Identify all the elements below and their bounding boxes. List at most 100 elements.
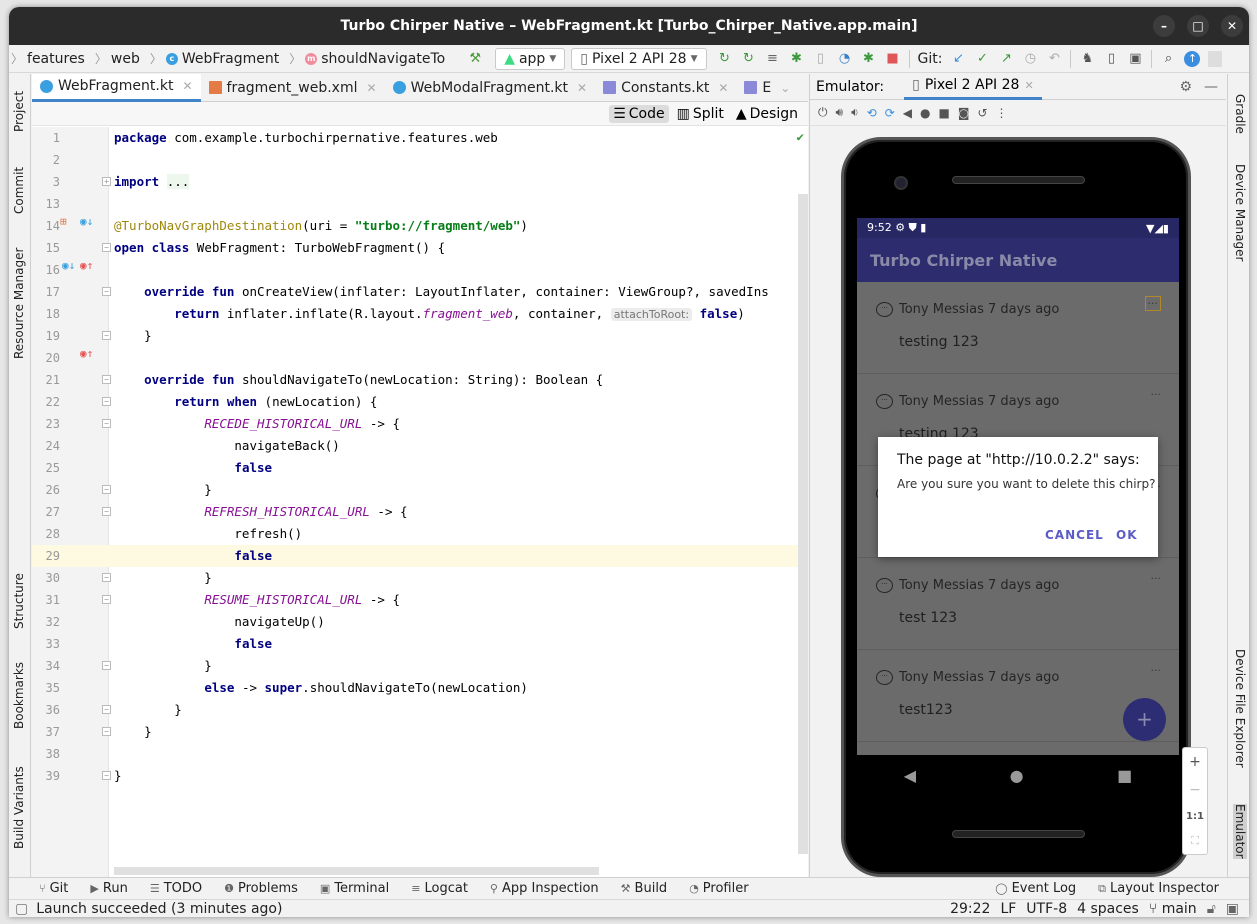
home-icon[interactable]: ● [920, 106, 930, 120]
tool-structure[interactable]: Structure [12, 573, 26, 629]
close-window-button[interactable]: ✕ [1221, 15, 1243, 37]
tool-device-manager[interactable]: Device Manager [1233, 164, 1247, 261]
code-line[interactable]: 34 } − [32, 655, 798, 677]
code-line[interactable]: 28 refresh() [32, 523, 798, 545]
editor-vertical-scrollbar[interactable] [798, 194, 808, 854]
caret-position[interactable]: 29:22 [950, 901, 990, 917]
close-tab-icon[interactable]: ✕ [718, 81, 728, 95]
git-branch[interactable]: ⑂ main [1149, 901, 1197, 917]
git-rollback-icon[interactable]: ↶ [1046, 51, 1062, 66]
fold-marker-icon[interactable]: − [102, 419, 111, 428]
tool-resource-manager[interactable]: Resource Manager [12, 248, 26, 359]
volume-up-icon[interactable]: 🔊︎ [836, 105, 844, 120]
more-options-icon[interactable]: ··· [1151, 572, 1162, 585]
fold-marker-icon[interactable]: − [102, 375, 111, 384]
view-split-button[interactable]: ▥ Split [673, 105, 728, 123]
more-options-icon[interactable]: ··· [1151, 388, 1162, 401]
device-select[interactable]: ▯ Pixel 2 API 28 ▼ [571, 47, 707, 70]
attach-debugger-icon[interactable]: ▯ [813, 51, 829, 66]
fold-marker-icon[interactable]: − [102, 507, 111, 516]
snapshot-icon[interactable]: ↺ [977, 106, 987, 120]
code-line[interactable]: 21 override fun shouldNavigateTo(newLoca… [32, 369, 798, 391]
power-icon[interactable]: ⏻ [818, 105, 828, 120]
tool-problems[interactable]: ❶ Problems [224, 881, 298, 896]
code-line[interactable]: 36 } − [32, 699, 798, 721]
code-line[interactable]: 13 [32, 193, 798, 215]
tool-commit[interactable]: Commit [12, 167, 26, 214]
tool-git[interactable]: ⑂ Git [39, 881, 68, 896]
git-update-icon[interactable]: ↙ [950, 51, 966, 66]
code-line[interactable]: 2 [32, 149, 798, 171]
code-line[interactable]: 29 false [32, 545, 798, 567]
close-tab-icon[interactable]: ✕ [1024, 79, 1033, 92]
maximize-button[interactable]: □ [1187, 15, 1209, 37]
code-line[interactable]: 39} − [32, 765, 798, 787]
code-line[interactable]: 31 RESUME_HISTORICAL_URL -> {− [32, 589, 798, 611]
editor-tab[interactable]: Constants.kt ✕ [595, 74, 736, 102]
editor-tab[interactable]: WebFragment.kt ✕ [32, 73, 201, 102]
tool-emulator[interactable]: Emulator [1233, 804, 1247, 859]
tool-build-variants[interactable]: Build Variants [12, 766, 26, 849]
breadcrumb-features[interactable]: features [27, 51, 85, 67]
tool-event-log[interactable]: ◯ Event Log [995, 881, 1076, 896]
tool-profiler[interactable]: ◔ Profiler [689, 881, 748, 896]
search-icon[interactable]: ⌕ [1160, 51, 1176, 66]
hide-panel-icon[interactable]: — [1204, 79, 1218, 95]
editor-horizontal-scrollbar[interactable] [114, 867, 599, 875]
view-design-button[interactable]: ▲ Design [732, 105, 802, 123]
more-options-icon[interactable]: ··· [1144, 296, 1161, 311]
tool-terminal[interactable]: ▣ Terminal [320, 881, 389, 896]
run-config-select[interactable]: ▲ app ▼ [495, 47, 566, 70]
git-commit-icon[interactable]: ✓ [974, 51, 990, 66]
fold-marker-icon[interactable]: − [102, 595, 111, 604]
rotate-right-icon[interactable]: ⟳ [885, 106, 895, 120]
fold-marker-icon[interactable]: − [102, 485, 111, 494]
fold-marker-icon[interactable]: − [102, 287, 111, 296]
editor-tab[interactable]: fragment_web.xml ✕ [201, 74, 385, 102]
fold-marker-icon[interactable]: + [102, 177, 111, 186]
code-line[interactable]: 24 navigateBack() [32, 435, 798, 457]
code-line[interactable]: 25 false [32, 457, 798, 479]
account-avatar[interactable] [1208, 50, 1223, 67]
apply-code-changes-icon[interactable]: ↻ [741, 51, 757, 66]
zoom-in-button[interactable]: + [1189, 754, 1201, 770]
status-message[interactable]: Launch succeeded (3 minutes ago) [36, 901, 282, 917]
device-manager-icon[interactable]: ▯ [1103, 51, 1119, 66]
debug-bug-icon[interactable]: ✱ [789, 51, 805, 66]
sdk-manager-icon[interactable]: ▣ [1127, 51, 1143, 66]
fold-marker-icon[interactable]: − [102, 771, 111, 780]
code-line[interactable]: 26 } − [32, 479, 798, 501]
nav-recents-icon[interactable]: ■ [1117, 766, 1132, 785]
profile-icon[interactable]: ◔ [837, 51, 853, 66]
fold-marker-icon[interactable]: − [102, 661, 111, 670]
lock-icon[interactable]: 🔓︎ [1207, 901, 1216, 917]
chirp-item[interactable]: ··· Tony Messias 7 days ago test 123 ··· [857, 558, 1179, 650]
breadcrumb-webfragment[interactable]: c WebFragment [165, 51, 279, 67]
code-line[interactable]: 17 override fun onCreateView(inflater: L… [32, 281, 798, 303]
code-line[interactable]: 20 [32, 347, 798, 369]
code-area[interactable]: ⊞ ◉↓ ◉↓ ◉↑ ◉↑ ✔ 1 package com.example.tur… [32, 127, 808, 877]
tool-project[interactable]: Project [12, 91, 26, 132]
git-push-icon[interactable]: ↗ [998, 51, 1014, 66]
chevron-down-icon[interactable]: ⌄ [780, 81, 790, 95]
tool-layout-inspector[interactable]: ⧉ Layout Inspector [1098, 881, 1219, 896]
tool-build[interactable]: ⚒ Build [621, 881, 668, 896]
nav-home-icon[interactable]: ● [1010, 766, 1024, 785]
code-line[interactable]: 32 navigateUp() [32, 611, 798, 633]
code-line[interactable]: 15 open class WebFragment: TurboWebFragme… [32, 237, 798, 259]
gradle-sync-icon[interactable]: ♞ [1079, 51, 1095, 66]
fold-marker-icon[interactable]: − [102, 331, 111, 340]
notifications-icon[interactable]: ▣ [1226, 901, 1239, 917]
fold-marker-icon[interactable]: − [102, 727, 111, 736]
close-tab-icon[interactable]: ✕ [367, 81, 377, 95]
sync-icon[interactable]: ≡ [765, 51, 781, 66]
emulator-device-tab[interactable]: ▯ Pixel 2 API 28 ✕ [904, 74, 1042, 100]
toggle-tool-windows-icon[interactable]: ▢ [15, 901, 28, 917]
code-line[interactable]: 18 return inflater.inflate(R.layout.frag… [32, 303, 798, 325]
fold-marker-icon[interactable]: − [102, 573, 111, 582]
code-line[interactable]: 23 RECEDE_HISTORICAL_URL -> {− [32, 413, 798, 435]
code-line[interactable]: 1 package com.example.turbochirpernative.… [32, 127, 798, 149]
stop-icon[interactable]: ■ [885, 51, 901, 66]
nav-back-icon[interactable]: ◀ [904, 766, 916, 785]
breadcrumb-web[interactable]: web [111, 51, 140, 67]
